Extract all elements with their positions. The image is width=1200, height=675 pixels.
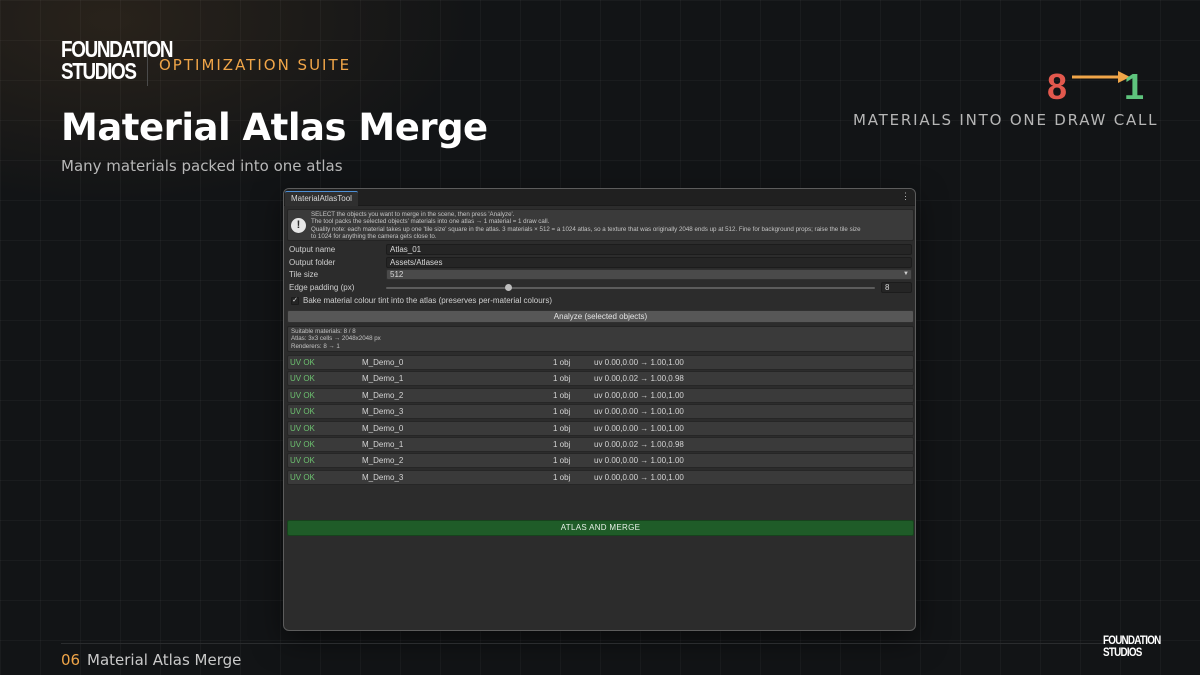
uv-range: uv 0.00,0.00 → 1.00,1.00 [594, 407, 684, 417]
uv-status: UV OK [290, 374, 315, 384]
bake-tint-checkbox[interactable]: ✓ [291, 297, 299, 305]
footer-title: Material Atlas Merge [87, 651, 242, 669]
footer-divider [61, 643, 1141, 644]
material-name: M_Demo_0 [362, 358, 404, 367]
uv-status: UV OK [290, 358, 315, 367]
object-count: 1 obj [553, 472, 571, 482]
stat-from-value: 8 [1047, 66, 1068, 107]
output-name-label: Output name [289, 245, 336, 254]
uv-range: uv 0.00,0.00 → 1.00,1.00 [594, 423, 684, 433]
object-count: 1 obj [553, 456, 571, 466]
material-atlas-tool-window: MaterialAtlasTool ⋮ ! SELECT the objects… [283, 188, 916, 631]
edge-padding-input[interactable]: 8 [881, 282, 912, 293]
atlas-and-merge-button[interactable]: ATLAS AND MERGE [287, 520, 914, 536]
logo-line-1: FOUNDATION [61, 36, 174, 62]
edge-padding-slider[interactable] [386, 284, 875, 291]
material-name: M_Demo_1 [362, 439, 404, 449]
help-box: ! SELECT the objects you want to merge i… [287, 209, 914, 241]
suite-label: OPTIMIZATION SUITE [159, 56, 352, 74]
brand-divider [147, 40, 148, 86]
uv-status: UV OK [290, 439, 315, 449]
foundation-studios-logo-small: FOUNDATION STUDIOS [1103, 634, 1161, 659]
material-name: M_Demo_1 [362, 374, 404, 384]
help-line: Quality note: each material takes up one… [311, 225, 861, 233]
slider-handle[interactable] [505, 284, 513, 291]
window-tabbar: MaterialAtlasTool ⋮ [284, 189, 915, 206]
uv-range: uv 0.00,0.00 → 1.00,1.00 [594, 390, 684, 400]
material-row: UV OK M_Demo_3 1 obj uv 0.00,0.00 → 1.00… [287, 469, 914, 485]
slide-subtitle: Many materials packed into one atlas [61, 157, 343, 175]
slide-title: Material Atlas Merge [61, 106, 488, 149]
output-folder-input[interactable]: Assets/Atlases [386, 257, 912, 268]
tab-material-atlas-tool[interactable]: MaterialAtlasTool [285, 191, 358, 206]
draw-call-stat: 8 1 [1040, 66, 1150, 107]
material-name: M_Demo_2 [362, 456, 404, 466]
material-name: M_Demo_0 [362, 423, 404, 433]
arrow-right-icon [1072, 71, 1130, 83]
help-line: SELECT the objects you want to merge in … [311, 211, 515, 218]
output-name-input[interactable]: Atlas_01 [386, 244, 912, 255]
uv-status: UV OK [290, 423, 315, 433]
uv-range: uv 0.00,0.02 → 1.00,0.98 [594, 439, 684, 449]
uv-status: UV OK [290, 472, 315, 482]
kebab-menu-icon[interactable]: ⋮ [901, 191, 910, 202]
output-folder-label: Output folder [289, 258, 336, 267]
summary-renderers: Renderers: 8 → 1 [291, 342, 340, 350]
material-row: UV OK M_Demo_2 1 obj uv 0.00,0.00 → 1.00… [287, 453, 914, 469]
object-count: 1 obj [553, 374, 571, 384]
material-row: UV OK M_Demo_0 1 obj uv 0.00,0.00 → 1.00… [287, 420, 914, 436]
material-row: UV OK M_Demo_2 1 obj uv 0.00,0.00 → 1.00… [287, 387, 914, 403]
material-row: UV OK M_Demo_3 1 obj uv 0.00,0.00 → 1.00… [287, 404, 914, 420]
material-name: M_Demo_3 [362, 472, 404, 482]
output-folder-field: Output folder Assets/Atlases [289, 257, 912, 269]
object-count: 1 obj [553, 423, 571, 433]
stat-to-value: 1 [1124, 66, 1145, 107]
slide-number: 06 [61, 651, 81, 669]
help-line: The tool packs the selected objects' mat… [311, 218, 550, 226]
brand-logo: FOUNDATION STUDIOS [61, 36, 174, 84]
logo-line-2: STUDIOS [61, 58, 137, 84]
object-count: 1 obj [553, 358, 571, 367]
tile-size-value: 512 [390, 270, 404, 279]
material-name: M_Demo_3 [362, 407, 404, 417]
uv-range: uv 0.00,0.02 → 1.00,0.98 [594, 374, 684, 384]
uv-status: UV OK [290, 390, 315, 400]
bake-tint-label: Bake material colour tint into the atlas… [303, 296, 552, 305]
help-text: SELECT the objects you want to merge in … [311, 211, 909, 240]
material-row: UV OK M_Demo_1 1 obj uv 0.00,0.02 → 1.00… [287, 371, 914, 387]
analyze-button[interactable]: Analyze (selected objects) [287, 310, 914, 323]
foundation-studios-logo: FOUNDATION STUDIOS [61, 36, 174, 84]
object-count: 1 obj [553, 439, 571, 449]
chevron-down-icon: ▼ [903, 271, 909, 277]
edge-padding-field: Edge padding (px) 8 [289, 282, 912, 294]
material-name: M_Demo_2 [362, 390, 404, 400]
tile-size-label: Tile size [289, 270, 319, 279]
stat-caption: MATERIALS INTO ONE DRAW CALL [853, 111, 1159, 129]
tile-size-dropdown[interactable]: 512 ▼ [386, 269, 912, 280]
material-list: UV OK M_Demo_0 1 obj uv 0.00,0.00 → 1.00… [287, 355, 914, 486]
summary-atlas: Atlas: 3x3 cells → 2048x2048 px [291, 335, 381, 343]
summary-suitable: Suitable materials: 8 / 8 [291, 328, 356, 335]
info-icon: ! [291, 218, 306, 233]
output-name-field: Output name Atlas_01 [289, 244, 912, 256]
material-row: UV OK M_Demo_1 1 obj uv 0.00,0.02 → 1.00… [287, 436, 914, 452]
analysis-summary: Suitable materials: 8 / 8 Atlas: 3x3 cel… [287, 326, 914, 352]
object-count: 1 obj [553, 407, 571, 417]
logo-line-2: STUDIOS [1103, 645, 1142, 659]
tile-size-field: Tile size 512 ▼ [289, 269, 912, 281]
uv-range: uv 0.00,0.00 → 1.00,1.00 [594, 456, 684, 466]
uv-range: uv 0.00,0.00 → 1.00,1.00 [594, 472, 684, 482]
window-content: ! SELECT the objects you want to merge i… [287, 209, 914, 629]
edge-padding-label: Edge padding (px) [289, 283, 355, 292]
uv-status: UV OK [290, 407, 315, 417]
uv-status: UV OK [290, 456, 315, 466]
uv-range: uv 0.00,0.00 → 1.00,1.00 [594, 358, 684, 367]
material-row: UV OK M_Demo_0 1 obj uv 0.00,0.00 → 1.00… [287, 355, 914, 370]
help-line: to 1024 for anything the camera gets clo… [311, 232, 437, 240]
object-count: 1 obj [553, 390, 571, 400]
